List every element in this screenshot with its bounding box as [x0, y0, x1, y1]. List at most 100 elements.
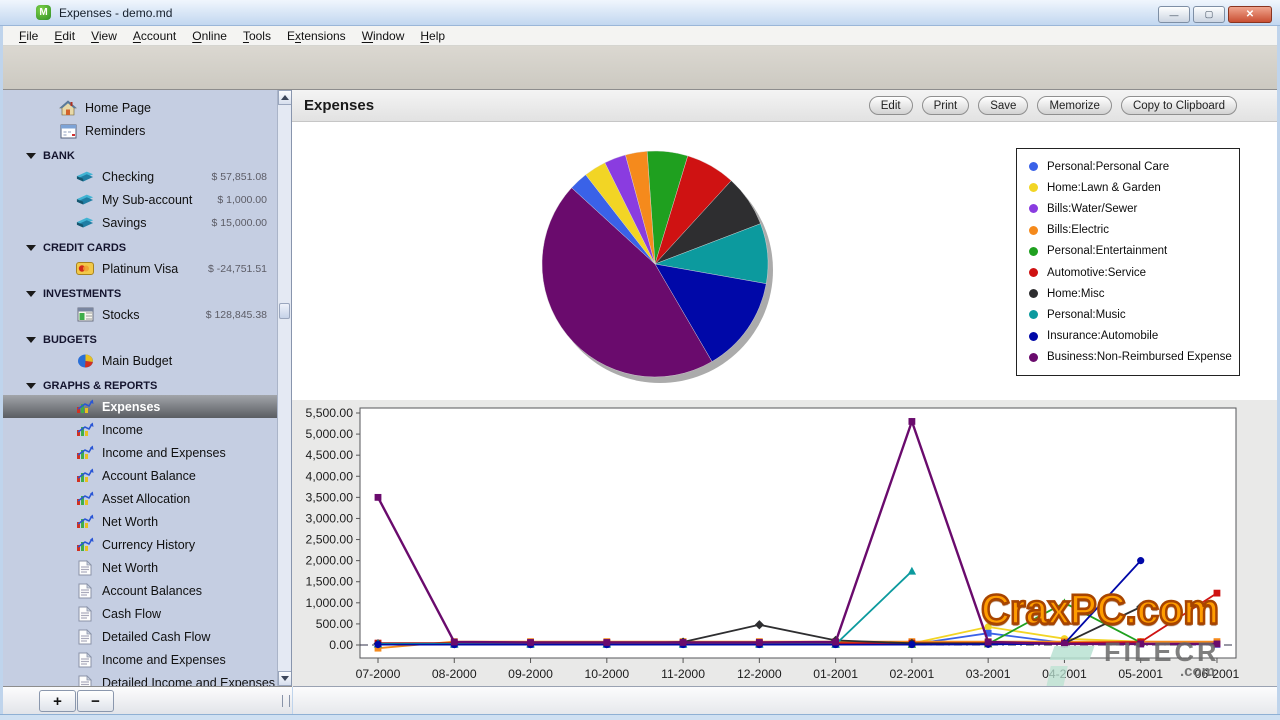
- sidebar-item-home-page[interactable]: Home Page: [3, 96, 277, 119]
- checkbook-icon: [76, 169, 94, 185]
- close-icon: ✕: [1246, 9, 1254, 20]
- scroll-up-button[interactable]: [278, 90, 292, 105]
- sidebar-item-stocks[interactable]: Stocks$ 128,845.38: [3, 303, 277, 326]
- sidebar-item-label: Savings: [102, 216, 146, 230]
- pie-chart-panel: Personal:Personal CareHome:Lawn & Garden…: [292, 122, 1277, 400]
- sidebar-item-income[interactable]: Income: [3, 418, 277, 441]
- menu-edit[interactable]: Edit: [46, 27, 83, 45]
- sidebar-item-net-worth[interactable]: Net Worth: [3, 510, 277, 533]
- legend-label: Automotive:Service: [1047, 267, 1146, 279]
- splitter-grip[interactable]: [282, 695, 290, 707]
- menu-help[interactable]: Help: [412, 27, 453, 45]
- sidebar-section-graphs-reports[interactable]: GRAPHS & REPORTS: [3, 377, 277, 395]
- maximize-icon: ▢: [1205, 9, 1214, 20]
- house-icon: [59, 100, 77, 116]
- edit-button[interactable]: Edit: [869, 96, 913, 115]
- sidebar-item-label: Expenses: [102, 400, 160, 414]
- sidebar-item-checking[interactable]: Checking$ 57,851.08: [3, 165, 277, 188]
- account-balance: $ 57,851.08: [212, 171, 277, 183]
- sidebar-item-asset-allocation[interactable]: Asset Allocation: [3, 487, 277, 510]
- legend-item: Business:Non-Reimbursed Expense: [1029, 351, 1239, 363]
- sidebar-item-detailed-cash-flow[interactable]: Detailed Cash Flow: [3, 625, 277, 648]
- svg-text:4,500.00: 4,500.00: [306, 448, 354, 462]
- sidebar-scrollbar[interactable]: [277, 90, 291, 686]
- svg-text:09-2000: 09-2000: [508, 667, 553, 681]
- sidebar-item-label: Platinum Visa: [102, 262, 178, 276]
- toolbar: Checking Main Budget Expenses: Income: $…: [3, 46, 1277, 90]
- sidebar-item-detailed-income-and-expenses[interactable]: Detailed Income and Expenses: [3, 671, 277, 686]
- sidebar-item-label: Currency History: [102, 538, 195, 552]
- legend-item: Home:Lawn & Garden: [1029, 182, 1239, 194]
- sidebar-item-account-balance[interactable]: Account Balance: [3, 464, 277, 487]
- maximize-button[interactable]: ▢: [1193, 6, 1225, 23]
- menu-file[interactable]: File: [11, 27, 46, 45]
- app-icon: M: [36, 5, 51, 20]
- menu-account[interactable]: Account: [125, 27, 184, 45]
- report-header: Expenses Edit Print Save Memorize Copy t…: [292, 90, 1277, 122]
- menu-window[interactable]: Window: [354, 27, 413, 45]
- close-button[interactable]: ✕: [1228, 6, 1272, 23]
- sidebar-item-currency-history[interactable]: Currency History: [3, 533, 277, 556]
- sidebar-section-credit-cards[interactable]: CREDIT CARDS: [3, 239, 277, 257]
- minimize-button[interactable]: —: [1158, 6, 1190, 23]
- arrow-up-icon: [281, 95, 289, 100]
- sidebar-item-income-and-expenses[interactable]: Income and Expenses: [3, 441, 277, 464]
- app-window: M Expenses - demo.md — ▢ ✕ FileEditViewA…: [0, 0, 1280, 720]
- ledger-icon: [76, 307, 94, 323]
- svg-text:5,500.00: 5,500.00: [306, 406, 354, 420]
- copy-to-clipboard-button[interactable]: Copy to Clipboard: [1121, 96, 1237, 115]
- minimize-icon: —: [1170, 10, 1179, 20]
- legend-label: Personal:Music: [1047, 309, 1126, 321]
- sidebar-item-cash-flow[interactable]: Cash Flow: [3, 602, 277, 625]
- sidebar-item-savings[interactable]: Savings$ 15,000.00: [3, 211, 277, 234]
- legend-label: Bills:Electric: [1047, 224, 1109, 236]
- sidebar-item-expenses[interactable]: Expenses: [3, 395, 277, 418]
- sidebar-item-label: Income and Expenses: [102, 653, 226, 667]
- svg-text:12-2000: 12-2000: [737, 667, 782, 681]
- expenses-pie-chart: [530, 139, 780, 389]
- menu-view[interactable]: View: [83, 27, 125, 45]
- sidebar-item-reminders[interactable]: Reminders: [3, 119, 277, 142]
- sidebar-section-investments[interactable]: INVESTMENTS: [3, 285, 277, 303]
- svg-text:4,000.00: 4,000.00: [306, 469, 354, 483]
- sidebar-item-net-worth[interactable]: Net Worth: [3, 556, 277, 579]
- sidebar-item-label: Account Balance: [102, 469, 196, 483]
- remove-account-button[interactable]: −: [77, 690, 114, 712]
- report-icon: [76, 583, 94, 599]
- legend-label: Home:Misc: [1047, 288, 1105, 300]
- legend-color-dot: [1029, 247, 1038, 256]
- menu-bar: FileEditViewAccountOnlineToolsExtensions…: [3, 26, 1277, 46]
- menu-extensions[interactable]: Extensions: [279, 27, 354, 45]
- legend-item: Automotive:Service: [1029, 267, 1239, 279]
- print-button[interactable]: Print: [922, 96, 970, 115]
- graph-icon: [76, 468, 94, 484]
- sidebar-item-account-balances[interactable]: Account Balances: [3, 579, 277, 602]
- sidebar-item-main-budget[interactable]: Main Budget: [3, 349, 277, 372]
- sidebar-item-label: Net Worth: [102, 515, 158, 529]
- svg-text:3,000.00: 3,000.00: [306, 511, 354, 525]
- sidebar-item-platinum-visa[interactable]: Platinum Visa$ -24,751.51: [3, 257, 277, 280]
- menu-tools[interactable]: Tools: [235, 27, 279, 45]
- svg-text:500.00: 500.00: [316, 617, 353, 631]
- collapse-triangle-icon: [26, 245, 36, 251]
- scrollbar-thumb[interactable]: [279, 303, 290, 319]
- svg-text:5,000.00: 5,000.00: [306, 427, 354, 441]
- sidebar-item-my-sub-account[interactable]: My Sub-account$ 1,000.00: [3, 188, 277, 211]
- window-title: Expenses - demo.md: [59, 6, 172, 20]
- sidebar-item-label: Detailed Income and Expenses: [102, 676, 275, 687]
- sidebar-section-budgets[interactable]: BUDGETS: [3, 331, 277, 349]
- sidebar-item-income-and-expenses[interactable]: Income and Expenses: [3, 648, 277, 671]
- save-button[interactable]: Save: [978, 96, 1028, 115]
- pie-icon: [76, 353, 94, 369]
- menu-online[interactable]: Online: [184, 27, 235, 45]
- sidebar-item-label: Cash Flow: [102, 607, 161, 621]
- scroll-down-button[interactable]: [278, 671, 292, 686]
- graph-icon: [76, 537, 94, 553]
- memorize-button[interactable]: Memorize: [1037, 96, 1111, 115]
- svg-text:06-2001: 06-2001: [1195, 667, 1240, 681]
- legend-item: Home:Misc: [1029, 288, 1239, 300]
- sidebar-item-label: Income: [102, 423, 143, 437]
- credit-card-icon: [76, 261, 94, 277]
- sidebar-section-bank[interactable]: BANK: [3, 147, 277, 165]
- add-account-button[interactable]: +: [39, 690, 76, 712]
